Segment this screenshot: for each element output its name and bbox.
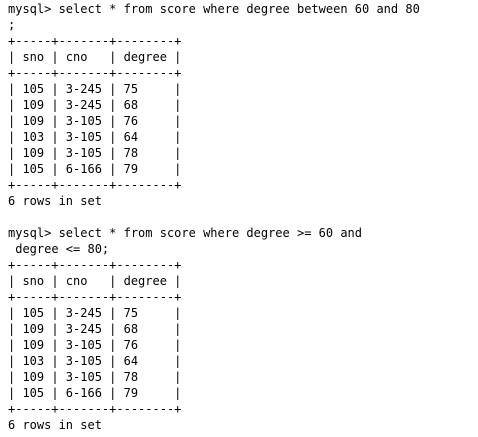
table-row: | 109 | 3-105 | 78 |	[8, 146, 182, 160]
table-row: | 105 | 3-245 | 75 |	[8, 306, 182, 320]
table-row: | 109 | 3-105 | 78 |	[8, 370, 182, 384]
table-border: +-----+-------+--------+	[8, 178, 182, 192]
result-summary: 6 rows in set	[8, 194, 102, 208]
table-border: +-----+-------+--------+	[8, 66, 182, 80]
table-row: | 105 | 3-245 | 75 |	[8, 82, 182, 96]
command-line: degree <= 80;	[8, 242, 110, 256]
table-row: | 109 | 3-245 | 68 |	[8, 98, 182, 112]
result-summary: 6 rows in set	[8, 418, 102, 432]
command-line: ;	[8, 18, 16, 32]
table-row: | 105 | 6-166 | 79 |	[8, 162, 182, 176]
table-row: | 109 | 3-245 | 68 |	[8, 322, 182, 336]
table-border: +-----+-------+--------+	[8, 290, 182, 304]
table-header-row: | sno | cno | degree |	[8, 50, 182, 64]
table-border: +-----+-------+--------+	[8, 258, 182, 272]
query-block: mysql> select * from score where degree …	[8, 1, 476, 209]
table-row: | 105 | 6-166 | 79 |	[8, 386, 182, 400]
command-line: mysql> select * from score where degree …	[8, 226, 363, 240]
command-line: mysql> select * from score where degree …	[8, 2, 420, 16]
table-row: | 109 | 3-105 | 76 |	[8, 114, 182, 128]
table-row: | 103 | 3-105 | 64 |	[8, 354, 182, 368]
mysql-console[interactable]: mysql> select * from score where degree …	[8, 1, 476, 433]
result-table: +-----+-------+--------+ | sno | cno | d…	[8, 33, 476, 193]
result-table: +-----+-------+--------+ | sno | cno | d…	[8, 257, 476, 417]
table-row: | 103 | 3-105 | 64 |	[8, 130, 182, 144]
table-row: | 109 | 3-105 | 76 |	[8, 338, 182, 352]
table-border: +-----+-------+--------+	[8, 402, 182, 416]
query-block: mysql> select * from score where degree …	[8, 225, 476, 433]
table-header-row: | sno | cno | degree |	[8, 274, 182, 288]
table-border: +-----+-------+--------+	[8, 34, 182, 48]
